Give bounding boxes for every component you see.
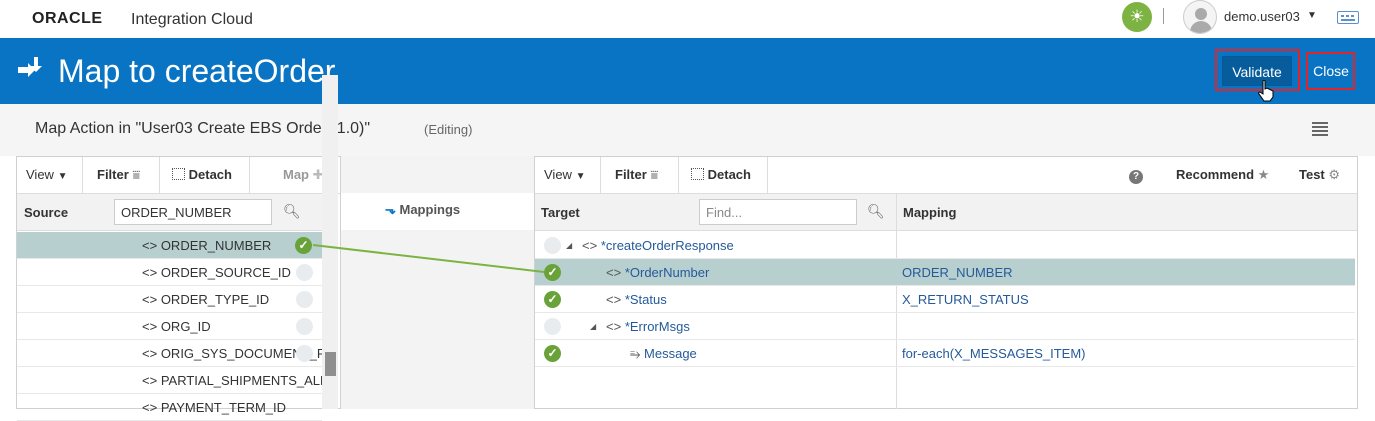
keyboard-icon[interactable] bbox=[1337, 11, 1359, 24]
filter-button[interactable]: Filter ⩸ bbox=[615, 157, 658, 193]
unmapped-status-icon bbox=[296, 345, 313, 362]
hamburger-menu-icon[interactable] bbox=[1312, 122, 1328, 136]
element-icon: <> bbox=[142, 319, 158, 334]
element-icon: <> bbox=[606, 265, 622, 280]
source-row[interactable]: <> ORDER_TYPE_ID bbox=[17, 286, 322, 313]
mapping-column-label: Mapping bbox=[903, 205, 957, 220]
editing-status: (Editing) bbox=[424, 122, 473, 137]
element-icon: <> bbox=[142, 400, 158, 415]
target-search-input[interactable] bbox=[699, 199, 857, 225]
map-action-title: Map Action in "User03 Create EBS Order (… bbox=[35, 120, 371, 137]
mapping-value: X_RETURN_STATUS bbox=[902, 292, 1029, 307]
detach-button[interactable]: Detach bbox=[172, 157, 232, 193]
product-name: Integration Cloud bbox=[131, 11, 253, 28]
star-icon: ★ bbox=[1257, 167, 1270, 182]
close-button[interactable]: Close bbox=[1310, 56, 1352, 86]
element-icon: <> bbox=[142, 265, 158, 280]
validate-button[interactable]: Validate bbox=[1222, 56, 1292, 86]
source-row[interactable]: <> ORIG_SYS_DOCUMENT_REF bbox=[17, 340, 322, 367]
unmapped-status-icon bbox=[544, 237, 561, 254]
help-icon[interactable]: ? bbox=[1129, 157, 1143, 193]
mapped-check-icon: ✓ bbox=[544, 264, 561, 281]
source-column-header: Source 🔍︎ bbox=[17, 194, 323, 231]
collapse-icon: ◢ bbox=[590, 322, 597, 331]
page-title: Map to createOrder bbox=[58, 53, 336, 89]
user-avatar-icon[interactable] bbox=[1183, 0, 1217, 34]
filter-button[interactable]: Filter ⩸ bbox=[97, 157, 140, 193]
element-icon: <> bbox=[582, 238, 598, 253]
source-label: Source bbox=[24, 205, 69, 220]
filter-icon: ⩸ bbox=[650, 167, 659, 182]
target-toolbar: View ▼ Filter ⩸ Detach ? Recommend ★ Tes… bbox=[535, 157, 1357, 194]
target-row[interactable]: ✓ ⥱ Message for-each(X_MESSAGES_ITEM) bbox=[535, 340, 1355, 367]
mapping-value: ORDER_NUMBER bbox=[902, 265, 1013, 280]
search-icon[interactable]: 🔍︎ bbox=[867, 203, 885, 220]
unmapped-status-icon bbox=[296, 264, 313, 281]
mapping-value: for-each(X_MESSAGES_ITEM) bbox=[902, 346, 1086, 361]
repeating-element-icon: ⥱ bbox=[630, 346, 641, 361]
map-action-bar: Map Action in "User03 Create EBS Order (… bbox=[0, 104, 1375, 156]
recommend-button[interactable]: Recommend ★ bbox=[1176, 157, 1269, 193]
map-button[interactable]: Map ✚ bbox=[283, 157, 324, 193]
page-header: Map to createOrder Validate Close bbox=[0, 38, 1375, 104]
source-toolbar: View ▼ Filter ⩸ Detach Map ✚ bbox=[17, 157, 340, 194]
element-icon: <> bbox=[142, 292, 158, 307]
detach-icon bbox=[172, 168, 185, 180]
divider bbox=[1163, 8, 1164, 24]
view-menu[interactable]: View ▼ bbox=[26, 157, 67, 193]
source-row[interactable]: <> PARTIAL_SHIPMENTS_ALLOWED bbox=[17, 367, 322, 394]
oracle-logo: ORACLE bbox=[32, 10, 103, 27]
view-menu[interactable]: View ▼ bbox=[544, 157, 585, 193]
target-label: Target bbox=[541, 205, 580, 220]
search-icon[interactable]: 🔍︎ bbox=[283, 203, 301, 220]
element-icon: <> bbox=[142, 373, 158, 388]
chevron-down-icon[interactable]: ▼ bbox=[1307, 10, 1317, 21]
test-button[interactable]: Test ⚙ bbox=[1299, 157, 1340, 193]
target-row[interactable]: ◢ <> *createOrderResponse bbox=[535, 232, 1355, 259]
filter-icon: ⩸ bbox=[132, 167, 141, 182]
map-arrows-icon: ⬎ bbox=[385, 202, 396, 217]
sun-icon[interactable]: ☀ bbox=[1122, 2, 1152, 32]
element-icon: <> bbox=[142, 346, 158, 361]
map-arrows-icon bbox=[14, 54, 46, 91]
target-row[interactable]: ✓ <> *Status X_RETURN_STATUS bbox=[535, 286, 1355, 313]
target-row[interactable]: ✓ <> *OrderNumber ORDER_NUMBER bbox=[535, 259, 1355, 286]
top-bar: ORACLE Integration Cloud ☀ demo.user03 ▼ bbox=[0, 0, 1375, 38]
detach-icon bbox=[691, 168, 704, 180]
source-row[interactable]: <> ORG_ID bbox=[17, 313, 322, 340]
detach-button[interactable]: Detach bbox=[691, 157, 751, 193]
source-row[interactable]: <> PAYMENT_TERM_ID bbox=[17, 394, 322, 421]
collapse-icon: ◢ bbox=[566, 241, 573, 250]
mapped-check-icon: ✓ bbox=[544, 291, 561, 308]
source-row[interactable]: <> ORDER_SOURCE_ID bbox=[17, 259, 322, 286]
target-column-header: Target 🔍︎ Mapping bbox=[535, 194, 1357, 231]
source-search-input[interactable] bbox=[114, 199, 272, 225]
mappings-label: ⬎ Mappings bbox=[385, 202, 461, 217]
hand-cursor-icon bbox=[1258, 80, 1274, 102]
element-icon: <> bbox=[606, 319, 622, 334]
mapped-check-icon: ✓ bbox=[544, 345, 561, 362]
unmapped-status-icon bbox=[296, 291, 313, 308]
unmapped-status-icon bbox=[544, 318, 561, 335]
username[interactable]: demo.user03 bbox=[1224, 9, 1300, 24]
element-icon: <> bbox=[606, 292, 622, 307]
unmapped-status-icon bbox=[296, 318, 313, 335]
gear-icon: ⚙ bbox=[1328, 167, 1341, 182]
mapped-check-icon: ✓ bbox=[295, 237, 312, 254]
source-row[interactable]: <> ORDER_NUMBER ✓ bbox=[17, 232, 322, 259]
scrollbar-thumb[interactable] bbox=[325, 352, 336, 376]
target-row[interactable]: ◢ <> *ErrorMsgs bbox=[535, 313, 1355, 340]
element-icon: <> bbox=[142, 238, 158, 253]
